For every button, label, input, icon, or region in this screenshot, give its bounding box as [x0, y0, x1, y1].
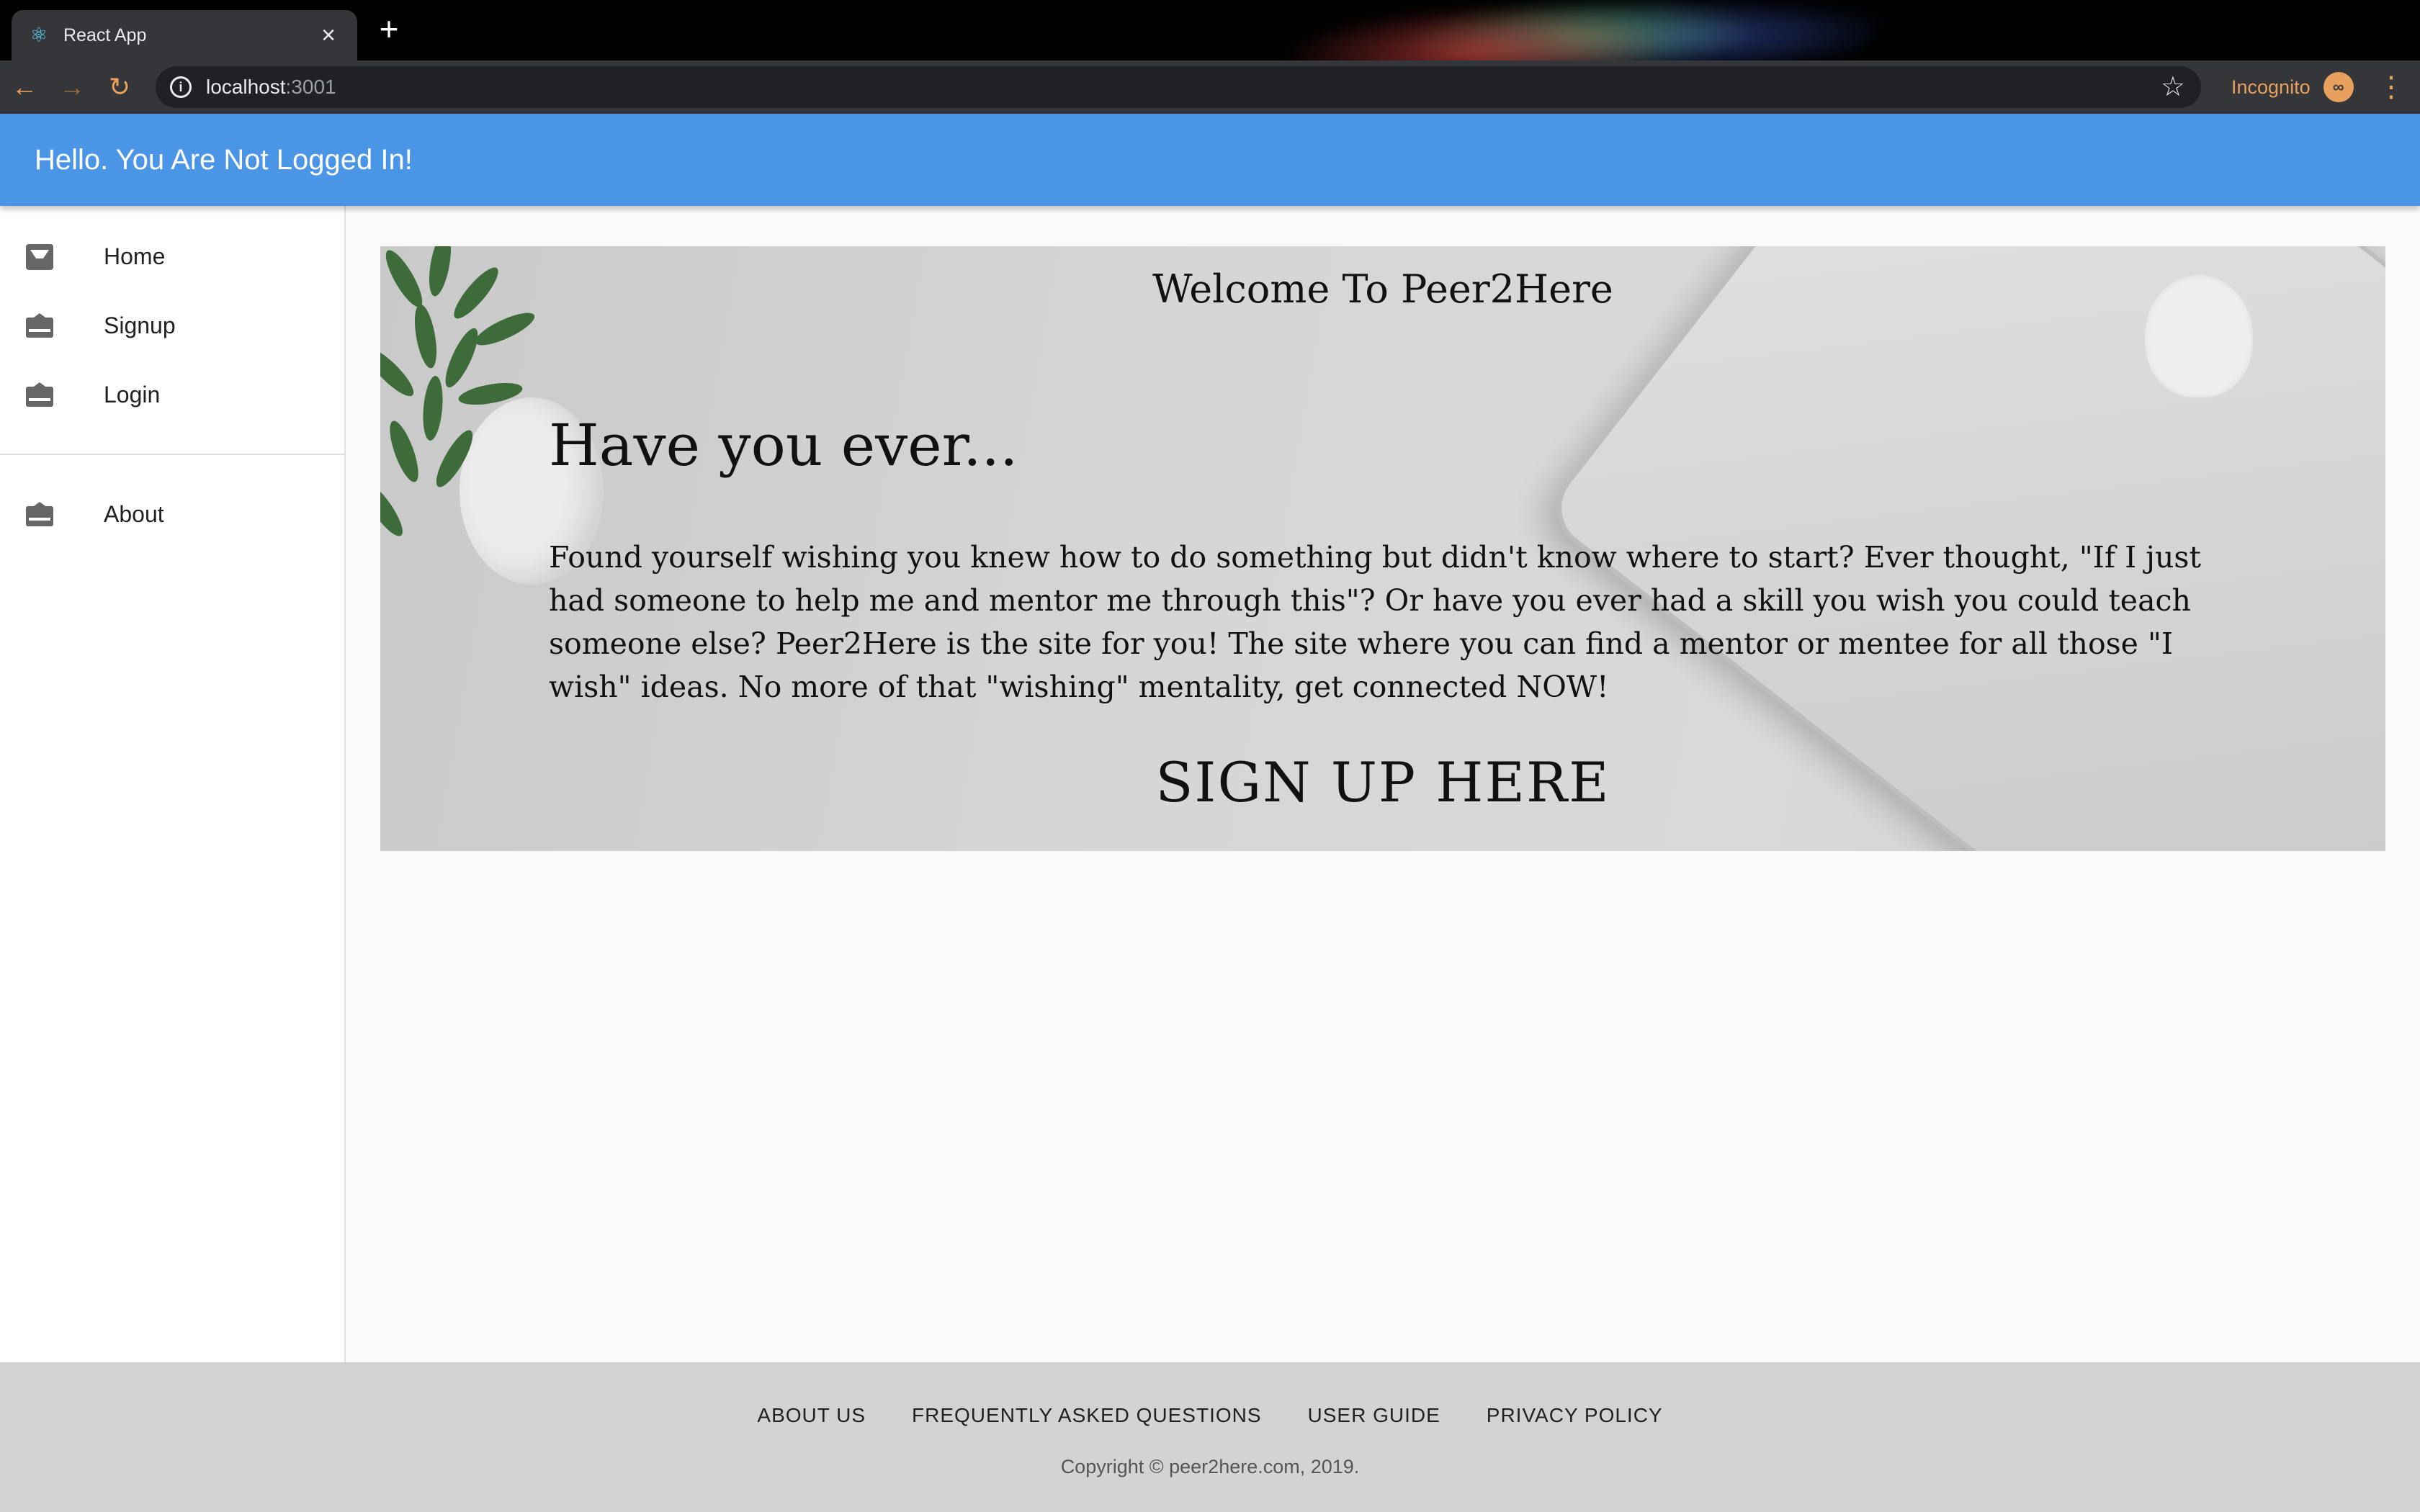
browser-tab[interactable]: ⚛ React App ×: [12, 10, 357, 60]
sidebar-item-signup[interactable]: Signup: [0, 291, 344, 360]
footer: ABOUT US FREQUENTLY ASKED QUESTIONS USER…: [0, 1362, 2420, 1512]
footer-link-about-us[interactable]: ABOUT US: [757, 1404, 866, 1427]
incognito-icon: ∞: [2323, 72, 2354, 102]
browser-toolbar: ← → ↻ i localhost:3001 ☆: [0, 60, 2420, 114]
back-arrow-icon[interactable]: ←: [1, 64, 48, 110]
sidebar-item-about[interactable]: About: [0, 480, 344, 549]
tab-title: React App: [63, 24, 147, 45]
reload-icon[interactable]: ↻: [97, 64, 143, 110]
hero-banner: Welcome To Peer2Here Have you ever... Fo…: [380, 246, 2385, 851]
envelope-open-icon: [24, 381, 55, 408]
footer-links: ABOUT US FREQUENTLY ASKED QUESTIONS USER…: [0, 1404, 2420, 1427]
app-bar: Hello. You Are Not Logged In!: [0, 114, 2420, 206]
react-logo-icon: ⚛: [30, 24, 48, 46]
footer-link-privacy-policy[interactable]: PRIVACY POLICY: [1487, 1404, 1663, 1427]
incognito-label: Incognito: [2231, 76, 2311, 98]
browser-menu-icon[interactable]: ⋮: [2377, 60, 2406, 114]
incognito-indicator[interactable]: Incognito ∞: [2231, 60, 2354, 114]
url-text[interactable]: localhost:3001: [206, 76, 336, 99]
info-icon[interactable]: i: [170, 76, 192, 98]
url-host: localhost: [206, 76, 286, 98]
sidebar-item-label: Home: [104, 243, 166, 269]
sidebar-item-label: Login: [104, 381, 161, 408]
wallpaper-decoration: [1178, 0, 1919, 60]
hero-title: Welcome To Peer2Here: [1152, 266, 1613, 312]
hero-body-text: Found yourself wishing you knew how to d…: [549, 540, 2201, 704]
sidebar-item-login[interactable]: Login: [0, 360, 344, 429]
sign-up-link[interactable]: SIGN UP HERE: [380, 750, 2385, 814]
footer-link-user-guide[interactable]: USER GUIDE: [1308, 1404, 1440, 1427]
copyright-text: Copyright © peer2here.com, 2019.: [1060, 1456, 1360, 1477]
forward-arrow-icon[interactable]: →: [49, 64, 95, 110]
footer-link-faq[interactable]: FREQUENTLY ASKED QUESTIONS: [912, 1404, 1262, 1427]
sidebar-divider: [0, 454, 344, 455]
sidebar: Home Signup Login About: [0, 206, 346, 1362]
url-port: :3001: [285, 76, 336, 98]
browser-tab-strip: ⚛ React App × +: [0, 0, 2420, 60]
hero-heading: Have you ever...: [549, 412, 1018, 479]
envelope-open-icon: [24, 312, 55, 339]
sidebar-item-label: Signup: [104, 312, 176, 338]
sidebar-item-label: About: [104, 500, 164, 527]
address-bar[interactable]: i localhost:3001 ☆: [156, 66, 2201, 108]
sidebar-item-home[interactable]: Home: [0, 222, 344, 291]
new-tab-button[interactable]: +: [375, 12, 403, 45]
envelope-open-icon: [24, 500, 55, 528]
hero-content: Welcome To Peer2Here Have you ever... Fo…: [380, 246, 2385, 851]
app-bar-title: Hello. You Are Not Logged In!: [35, 143, 413, 176]
close-tab-icon[interactable]: ×: [315, 22, 341, 50]
bookmark-star-icon[interactable]: ☆: [2161, 73, 2185, 101]
inbox-download-icon: [24, 243, 55, 270]
